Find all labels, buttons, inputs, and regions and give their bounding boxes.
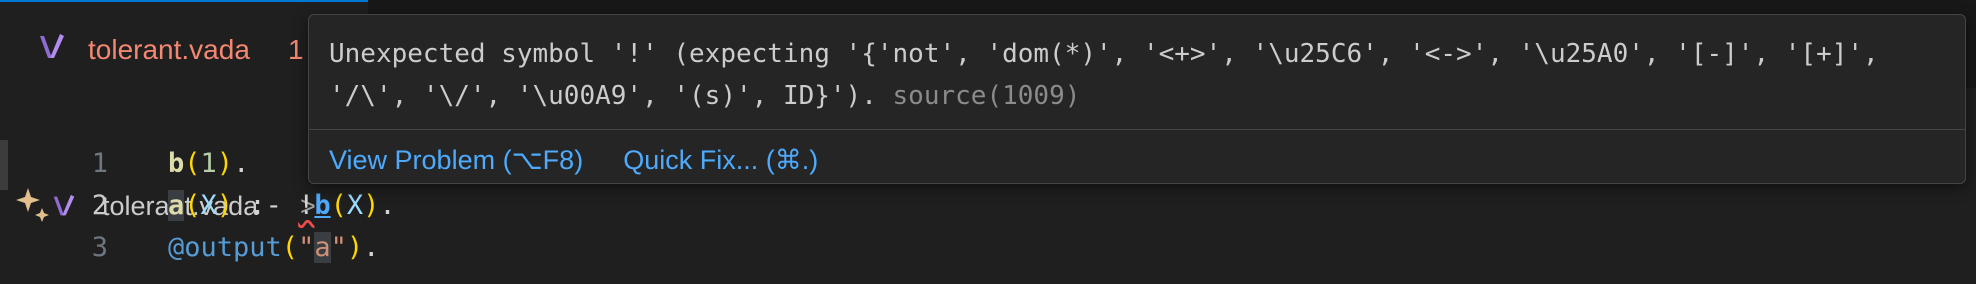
tab-label: tolerant.vada <box>88 34 250 65</box>
token: X <box>200 190 217 221</box>
diagnostic-hover: Unexpected symbol '!' (expecting '{'not'… <box>308 14 1966 184</box>
token: ( <box>184 190 201 221</box>
error-text: Unexpected symbol '!' (expecting '{'not'… <box>329 39 1895 111</box>
token: 1 <box>200 148 217 179</box>
token: @output <box>168 232 282 263</box>
line-number: 1 <box>91 148 108 179</box>
quick-fix-link[interactable]: Quick Fix... (⌘.) <box>623 145 818 176</box>
token: ( <box>281 232 299 263</box>
problem-count-badge: 1 <box>288 34 304 65</box>
divider <box>309 129 1965 130</box>
vada-file-icon <box>40 34 64 58</box>
code-line[interactable]: 2 a(X) :- !b(X). <box>0 190 1976 232</box>
token: b <box>168 148 185 179</box>
token: . <box>363 232 380 263</box>
token: . <box>233 148 250 179</box>
view-problem-link[interactable]: View Problem (⌥F8) <box>329 145 583 176</box>
line-number: 2 <box>91 190 108 221</box>
token: a <box>168 190 185 221</box>
token: ) <box>216 148 234 179</box>
diagnostic-source: source(1009) <box>892 81 1081 111</box>
token: . <box>379 190 396 221</box>
token: ) <box>216 190 234 221</box>
token: ) <box>346 232 364 263</box>
code-text[interactable]: b(1). <box>168 148 249 179</box>
token: ( <box>184 148 201 179</box>
token: ) <box>363 190 380 221</box>
token: ( <box>330 190 347 221</box>
error-token[interactable]: ! <box>298 190 314 221</box>
code-line[interactable]: 3 @output("a"). <box>0 232 1976 274</box>
code-text[interactable]: a(X) :- !b(X). <box>168 190 396 221</box>
token: " <box>330 232 347 263</box>
code-text[interactable]: @output("a"). <box>168 232 379 263</box>
diagnostic-message: Unexpected symbol '!' (expecting '{'not'… <box>329 33 1949 117</box>
hover-actions: View Problem (⌥F8) Quick Fix... (⌘.) <box>329 135 818 185</box>
line-number: 3 <box>91 232 108 263</box>
token: b <box>314 190 331 221</box>
token: X <box>346 190 364 221</box>
token: :- <box>233 190 299 221</box>
token: " <box>298 232 315 263</box>
token: a <box>314 232 331 263</box>
